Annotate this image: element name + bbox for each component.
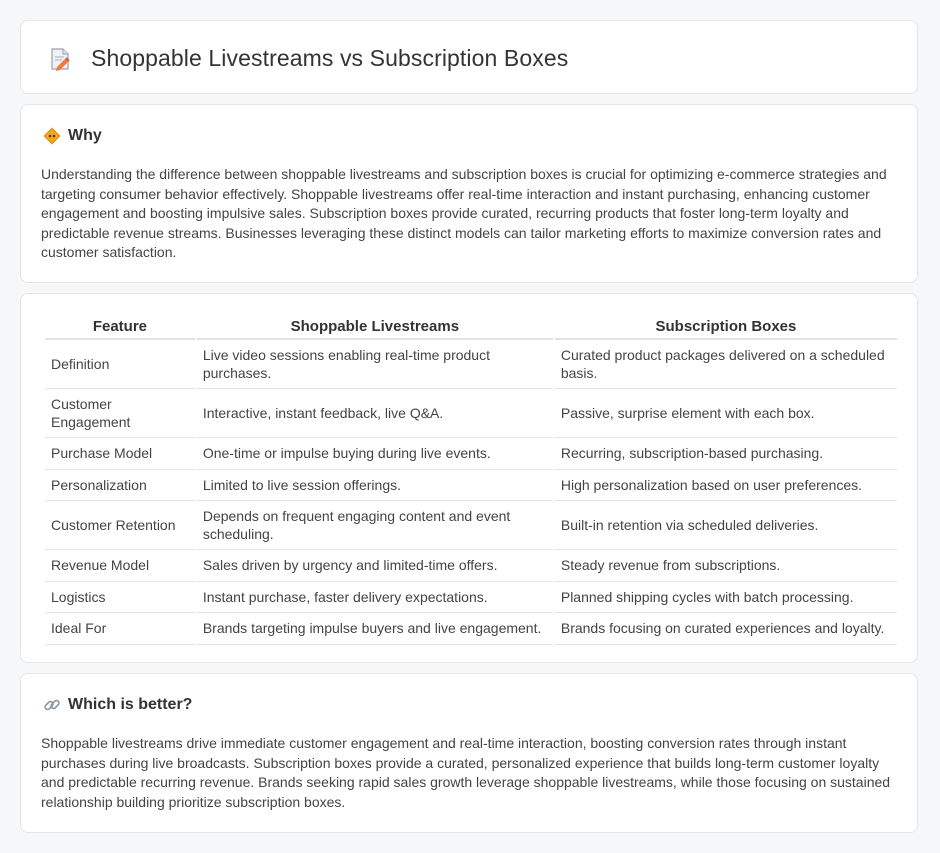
livestreams-cell: Sales driven by urgency and limited-time…: [196, 550, 553, 582]
subscription-cell: Brands focusing on curated experiences a…: [554, 613, 897, 645]
feature-cell: Logistics: [45, 582, 195, 613]
feature-cell: Personalization: [45, 470, 195, 501]
diamond-sign-icon: [43, 127, 61, 145]
why-section: Why Understanding the difference between…: [20, 104, 918, 283]
table-row: Customer Engagement Interactive, instant…: [45, 389, 897, 438]
feature-cell: Definition: [45, 340, 195, 389]
livestreams-cell: Live video sessions enabling real-time p…: [196, 340, 553, 389]
comparison-table: Feature Shoppable Livestreams Subscripti…: [43, 314, 899, 645]
livestreams-cell: Depends on frequent engaging content and…: [196, 501, 553, 550]
feature-cell: Ideal For: [45, 613, 195, 645]
table-row: Purchase Model One-time or impulse buyin…: [45, 438, 897, 470]
table-row: Logistics Instant purchase, faster deliv…: [45, 582, 897, 613]
comparison-section: Feature Shoppable Livestreams Subscripti…: [20, 293, 918, 663]
livestreams-cell: Interactive, instant feedback, live Q&A.: [196, 389, 553, 438]
table-row: Personalization Limited to live session …: [45, 470, 897, 501]
table-row: Ideal For Brands targeting impulse buyer…: [45, 613, 897, 645]
table-row: Definition Live video sessions enabling …: [45, 340, 897, 389]
subscription-cell: Curated product packages delivered on a …: [554, 340, 897, 389]
link-icon: [44, 699, 60, 711]
table-row: Customer Retention Depends on frequent e…: [45, 501, 897, 550]
subscription-cell: Recurring, subscription-based purchasing…: [554, 438, 897, 470]
document-pencil-icon: [51, 47, 70, 71]
subscription-cell: Planned shipping cycles with batch proce…: [554, 582, 897, 613]
column-header-subscription: Subscription Boxes: [554, 314, 897, 340]
livestreams-cell: Limited to live session offerings.: [196, 470, 553, 501]
column-header-feature: Feature: [45, 314, 195, 340]
feature-cell: Purchase Model: [45, 438, 195, 470]
page-title: Shoppable Livestreams vs Subscription Bo…: [91, 45, 569, 71]
livestreams-cell: Brands targeting impulse buyers and live…: [196, 613, 553, 645]
better-section: Which is better? Shoppable livestreams d…: [20, 673, 918, 833]
better-title: Which is better?: [68, 696, 193, 713]
subscription-cell: Passive, surprise element with each box.: [554, 389, 897, 438]
why-title: Why: [68, 127, 102, 144]
table-header-row: Feature Shoppable Livestreams Subscripti…: [45, 314, 897, 340]
header-card: Shoppable Livestreams vs Subscription Bo…: [20, 20, 918, 94]
column-header-livestreams: Shoppable Livestreams: [196, 314, 553, 340]
livestreams-cell: Instant purchase, faster delivery expect…: [196, 582, 553, 613]
why-heading: Why: [43, 127, 102, 145]
better-text: Shoppable livestreams drive immediate cu…: [41, 735, 891, 810]
better-heading: Which is better?: [43, 696, 192, 714]
subscription-cell: High personalization based on user prefe…: [554, 470, 897, 501]
livestreams-cell: One-time or impulse buying during live e…: [196, 438, 553, 470]
page-header: Shoppable Livestreams vs Subscription Bo…: [47, 45, 568, 72]
subscription-cell: Built-in retention via scheduled deliver…: [554, 501, 897, 550]
feature-cell: Customer Retention: [45, 501, 195, 550]
subscription-cell: Steady revenue from subscriptions.: [554, 550, 897, 582]
why-text: Understanding the difference between sho…: [41, 166, 887, 260]
feature-cell: Revenue Model: [45, 550, 195, 582]
feature-cell: Customer Engagement: [45, 389, 195, 438]
table-row: Revenue Model Sales driven by urgency an…: [45, 550, 897, 582]
